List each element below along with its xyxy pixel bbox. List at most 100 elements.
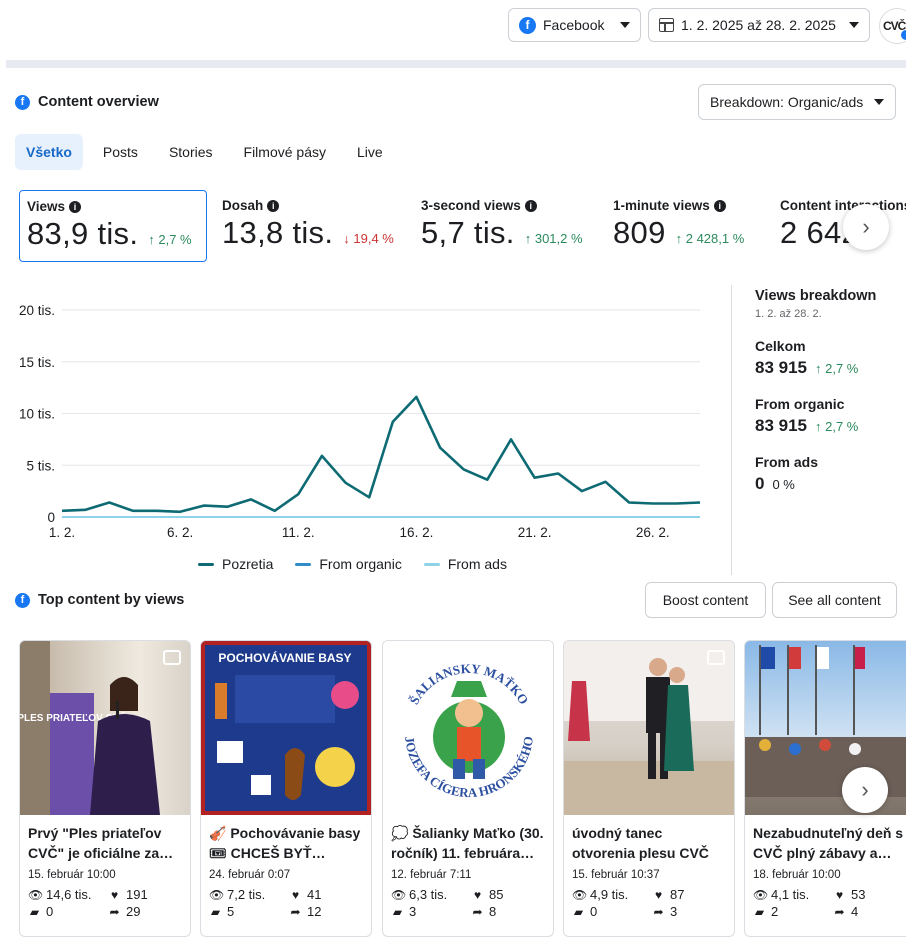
- metrics-row: Views i 83,9 tis. ↑ 2,7 % Dosah i 13,8 tis.…: [0, 185, 906, 267]
- facebook-icon: f: [15, 592, 30, 608]
- salianky-matko-logo: ŠALIANSKY MAŤKO JOZEFA CÍGERA HRONSKÉHO: [402, 661, 536, 800]
- card-comments: 0: [46, 904, 54, 919]
- content-card[interactable]: ŠALIANSKY MAŤKO JOZEFA CÍGERA HRONSKÉHO …: [382, 640, 554, 937]
- metric-value: 809: [613, 215, 666, 250]
- card-views: 4,9 tis.: [590, 887, 629, 902]
- info-icon[interactable]: i: [267, 199, 280, 212]
- metric-value: 5,7 tis.: [421, 215, 515, 250]
- tab-live[interactable]: Live: [346, 134, 394, 170]
- platform-dropdown[interactable]: f Facebook: [508, 8, 641, 42]
- content-card[interactable]: úvodný tanec otvorenia plesu CVČ 15. feb…: [563, 640, 735, 937]
- tab-label: Všetko: [26, 144, 72, 160]
- views-breakdown-panel: Views breakdown 1. 2. až 28. 2. Celkom 8…: [755, 288, 905, 494]
- card-views: 4,1 tis.: [771, 887, 810, 902]
- top-content-carousel: PLES PRIATEĽOV CVČ Prvý "Ples priateľov …: [0, 640, 906, 939]
- heart-icon: ♥: [291, 887, 300, 902]
- tab-label: Filmové pásy: [243, 144, 326, 160]
- card-date: 12. február 7:11: [391, 869, 472, 881]
- legend-item-from-organic[interactable]: From organic: [295, 556, 402, 572]
- card-likes: 41: [307, 887, 322, 902]
- legend-label: From ads: [447, 556, 507, 572]
- chevron-right-icon: ›: [862, 214, 870, 239]
- series-line-from-organic[interactable]: [61, 395, 701, 513]
- metric-views[interactable]: Views i 83,9 tis. ↑ 2,7 %: [19, 190, 207, 262]
- card-title: Nezabudnuteľný deň s CVČ plný zábavy a…: [753, 825, 904, 861]
- tab-filmove-pasy[interactable]: Filmové pásy: [233, 134, 337, 170]
- card-views: 14,6 tis.: [46, 887, 92, 902]
- card-stats: 👁 7,2 tis. ♥ 41 ▰ 5 ➦ 12: [201, 881, 371, 919]
- card-title: 💭 Šalianky Maťko (30. ročník) 11. februá…: [391, 825, 544, 861]
- page-avatar[interactable]: CVČ: [879, 8, 906, 44]
- share-icon: ➦: [472, 904, 483, 919]
- eye-icon: 👁: [753, 887, 769, 902]
- card-stats: 👁 6,3 tis. ♥ 85 ▰ 3 ➦ 8: [383, 881, 553, 919]
- content-card[interactable]: PLES PRIATEĽOV CVČ Prvý "Ples priateľov …: [19, 640, 191, 937]
- metric-label: 3-second views: [421, 198, 521, 213]
- card-views: 7,2 tis.: [227, 887, 266, 902]
- card-title: Prvý "Ples priateľov CVČ" je oficiálne z…: [28, 825, 174, 861]
- cards-next-button[interactable]: ›: [842, 767, 888, 813]
- content-overview-header: f Content overview: [15, 94, 159, 110]
- heart-icon: ♥: [835, 887, 844, 902]
- album-icon: [163, 650, 181, 665]
- card-likes: 87: [670, 887, 685, 902]
- platform-dropdown-label: Facebook: [543, 17, 605, 33]
- share-icon: ➦: [290, 904, 301, 919]
- metric-change: ↓ 19,4 %: [343, 231, 394, 246]
- card-shares: 12: [307, 904, 322, 919]
- legend-label: Pozretia: [222, 556, 274, 572]
- card-thumbnail: POCHOVÁVANIE BASY: [201, 641, 371, 815]
- metric-change: ↑ 301,2 %: [524, 231, 583, 246]
- header-divider: [6, 60, 906, 68]
- breakdown-change: ↑ 2,7 %: [815, 361, 859, 376]
- metric-1-minute-views[interactable]: 1-minute views i 809 ↑ 2 428,1 %: [606, 190, 766, 262]
- card-date: 18. február 10:00: [753, 869, 841, 881]
- comment-icon: ▰: [210, 904, 221, 919]
- metric-change: ↑ 2 428,1 %: [675, 231, 745, 246]
- date-range-dropdown[interactable]: 1. 2. 2025 až 28. 2. 2025: [648, 8, 870, 42]
- series-line-pozretia[interactable]: [61, 395, 701, 514]
- metric-dosah[interactable]: Dosah i 13,8 tis. ↓ 19,4 %: [215, 190, 407, 262]
- eye-icon: 👁: [391, 887, 407, 902]
- breakdown-value: 83 915: [755, 358, 807, 377]
- caret-down-icon: [874, 99, 884, 105]
- info-icon[interactable]: i: [713, 199, 726, 212]
- x-tick-label: 21. 2.: [518, 525, 552, 540]
- heart-icon: ♥: [110, 887, 119, 902]
- heart-icon: ♥: [654, 887, 663, 902]
- eye-icon: 👁: [572, 887, 588, 902]
- info-icon[interactable]: i: [69, 200, 82, 213]
- boost-content-button[interactable]: Boost content: [645, 582, 766, 618]
- card-shares: 29: [126, 904, 141, 919]
- x-tick-label: 11. 2.: [282, 525, 315, 540]
- breakdown-label: Celkom: [755, 338, 806, 354]
- breakdown-value: 83 915: [755, 416, 807, 435]
- chart-legend: Pozretia From organic From ads: [198, 556, 507, 572]
- legend-swatch: [295, 562, 312, 566]
- breakdown-dropdown[interactable]: Breakdown: Organic/ads: [698, 84, 896, 120]
- metrics-next-button[interactable]: ›: [843, 204, 889, 250]
- content-card[interactable]: POCHOVÁVANIE BASY 🎻 Pochovávanie basy 🎟 …: [200, 640, 372, 937]
- content-type-tabs: Všetko Posts Stories Filmové pásy Live: [15, 134, 403, 170]
- tab-posts[interactable]: Posts: [92, 134, 149, 170]
- chart-divider: [731, 285, 732, 575]
- card-comments: 5: [227, 904, 235, 919]
- dancers-photo: [564, 641, 734, 815]
- comment-icon: ▰: [754, 904, 765, 919]
- legend-swatch: [423, 562, 440, 566]
- top-content-title: Top content by views: [38, 592, 185, 608]
- see-all-content-button[interactable]: See all content: [772, 582, 897, 618]
- breakdown-ads: From ads 0 0 %: [755, 454, 905, 494]
- card-date: 24. február 0:07: [209, 869, 291, 881]
- reel-icon: [707, 650, 725, 665]
- breakdown-change: 0 %: [772, 477, 795, 492]
- info-icon[interactable]: i: [524, 199, 537, 212]
- tab-stories[interactable]: Stories: [158, 134, 224, 170]
- tab-vsetko[interactable]: Všetko: [15, 134, 83, 170]
- metric-label: Dosah: [222, 198, 264, 213]
- legend-item-from-ads[interactable]: From ads: [423, 556, 507, 572]
- metric-3-second-views[interactable]: 3-second views i 5,7 tis. ↑ 301,2 %: [414, 190, 599, 262]
- breakdown-change: ↑ 2,7 %: [815, 419, 859, 434]
- card-title: úvodný tanec otvorenia plesu CVČ: [572, 825, 709, 861]
- legend-item-pozretia[interactable]: Pozretia: [198, 556, 273, 572]
